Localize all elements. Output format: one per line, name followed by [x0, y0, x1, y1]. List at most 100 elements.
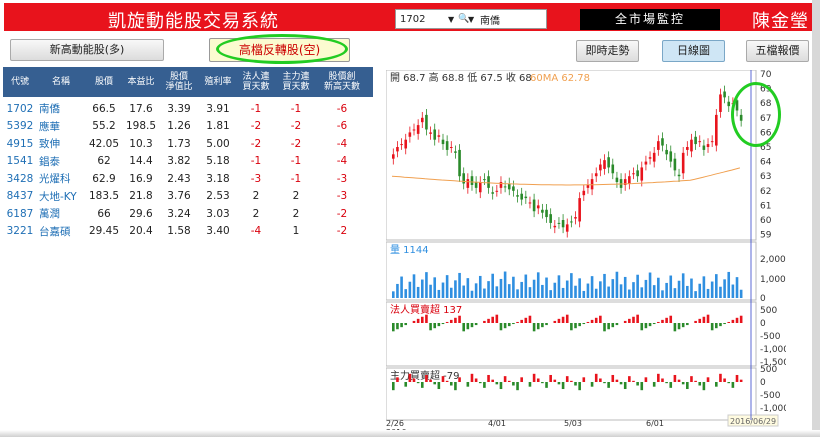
institutional-bar: [586, 321, 590, 323]
five-quotes-button[interactable]: 五檔報價: [746, 40, 809, 62]
institutional-bar: [545, 323, 548, 326]
candle-body: [474, 182, 478, 188]
table-row[interactable]: 6187 萬潤 66 29.6 3.24 3.03 2 2 -2: [3, 205, 373, 223]
table-row[interactable]: 3428 光燿科 62.9 16.9 2.43 3.18 -3 -1 -3: [3, 170, 373, 188]
main-force-bar: [474, 378, 478, 382]
table-row[interactable]: 8437 大地-KY 183.5 21.8 3.76 2.53 2 2 -3: [3, 188, 373, 206]
main-force-bar: [677, 379, 681, 382]
candle-body: [487, 176, 490, 188]
cell-name: 應華: [39, 120, 60, 133]
volume-bar: [615, 271, 619, 298]
main-force-bar: [541, 382, 544, 384]
cell-price: 183.5: [88, 190, 120, 203]
cell-inst: -1: [250, 155, 262, 168]
intraday-button[interactable]: 即時走勢: [576, 40, 639, 62]
institutional-bar: [466, 323, 470, 330]
institutional-bar: [582, 323, 586, 325]
column-header[interactable]: 股價: [85, 67, 123, 97]
institutional-bar: [657, 321, 660, 323]
stock-selector[interactable]: 1702 ▼ 🔍 ▼ 南僑: [395, 9, 547, 29]
volume-bar: [694, 291, 697, 298]
main-force-bar: [545, 382, 548, 388]
column-header[interactable]: 法人連 買天數: [237, 67, 275, 97]
column-header[interactable]: 股價創 新高天數: [317, 67, 367, 97]
institutional-bar: [557, 318, 561, 323]
institutional-tick-label: 0: [760, 319, 766, 329]
cell-main: -2: [290, 120, 302, 133]
volume-bar: [503, 271, 507, 298]
volume-bar: [400, 276, 403, 298]
main-force-bar: [669, 382, 673, 388]
main-force-bar: [532, 373, 536, 382]
volume-bar: [735, 277, 739, 298]
volume-bar: [702, 276, 706, 298]
cell-pe: 20.4: [129, 225, 153, 238]
volume-bar: [599, 281, 602, 298]
main-force-bar: [739, 379, 743, 382]
main-force-bar: [603, 382, 606, 384]
institutional-bar: [723, 323, 726, 325]
column-header[interactable]: 代號: [3, 67, 37, 97]
volume-bar: [458, 272, 461, 298]
cell-code: 1541: [6, 155, 34, 168]
column-header[interactable]: 股價 淨值比: [159, 67, 199, 97]
stock-chart[interactable]: 開 68.7 高 68.8 低 67.5 收 6860MA 62.78 量 114…: [386, 70, 786, 437]
daily-chart-button[interactable]: 日線圖: [662, 40, 725, 62]
table-row[interactable]: 5392 應華 55.2 198.5 1.26 1.81 -2 -2 -6: [3, 118, 373, 136]
institutional-bar: [594, 317, 598, 323]
volume-bar: [545, 277, 548, 298]
cell-main: -2: [290, 137, 302, 150]
ohlc-info: 開 68.7 高 68.8 低 67.5 收 68: [390, 71, 532, 84]
candle-body: [715, 114, 718, 146]
volume-bar: [607, 286, 610, 298]
column-header[interactable]: 本益比: [123, 67, 159, 97]
institutional-bar: [561, 316, 565, 323]
stock-table: 1702 南僑 66.5 17.6 3.39 3.91 -1 -1 -6 5392 應華 55.2 19…: [3, 100, 373, 240]
table-row[interactable]: 4915 致伸 42.05 10.3 1.73 5.00 -2 -2 -4: [3, 135, 373, 153]
institutional-label: 法人買賣超 137: [390, 303, 462, 316]
cell-price: 62.9: [92, 172, 116, 185]
table-row[interactable]: 1702 南僑 66.5 17.6 3.39 3.91 -1 -1 -6: [3, 100, 373, 118]
cell-inst: -2: [250, 137, 262, 150]
main-force-bar: [561, 382, 565, 390]
cell-high: -4: [336, 155, 348, 168]
institutional-bar: [661, 319, 664, 323]
cell-high: -6: [336, 102, 348, 115]
search-icon[interactable]: 🔍: [458, 14, 469, 24]
institutional-bar: [433, 323, 437, 329]
main-force-bar: [735, 374, 739, 382]
column-header[interactable]: 殖利率: [199, 67, 237, 97]
main-force-bar: [437, 382, 441, 390]
cell-pe: 14.4: [129, 155, 153, 168]
candle-body: [524, 196, 528, 199]
candle-body: [404, 139, 408, 149]
cell-pb: 3.82: [167, 155, 191, 168]
market-monitor-button[interactable]: 全市場監控: [580, 9, 720, 30]
volume-bar: [603, 273, 606, 298]
institutional-bar: [590, 319, 594, 323]
price-tick-label: 59: [760, 231, 772, 241]
candle-body: [698, 141, 702, 143]
table-row[interactable]: 1541 錩泰 62 14.4 3.82 5.18 -1 -1 -4: [3, 153, 373, 171]
candle-body: [437, 135, 441, 137]
cell-high: -2: [336, 207, 348, 220]
main-force-bar: [723, 378, 726, 382]
institutional-bar: [715, 323, 718, 329]
chevron-down-icon[interactable]: ▼: [448, 15, 458, 24]
chevron-down-icon[interactable]: ▼: [468, 15, 478, 24]
institutional-bar: [520, 319, 523, 323]
table-row[interactable]: 3221 台嘉碩 29.45 20.4 1.58 3.40 -4 1 -2: [3, 223, 373, 241]
candle-body: [661, 138, 664, 146]
column-header[interactable]: 名稱: [37, 67, 85, 97]
new-high-momentum-button[interactable]: 新高動能股(多): [10, 39, 164, 61]
cell-pb: 3.76: [167, 190, 191, 203]
volume-bar: [574, 285, 577, 298]
institutional-bar: [425, 314, 428, 323]
cell-price: 66.5: [92, 102, 116, 115]
cell-pb: 3.39: [167, 102, 191, 115]
stock-code-input[interactable]: 1702: [396, 14, 448, 25]
volume-bar: [715, 274, 718, 298]
volume-bar: [449, 287, 453, 298]
column-header[interactable]: 主力連 買天數: [275, 67, 317, 97]
institutional-bar: [487, 318, 490, 323]
